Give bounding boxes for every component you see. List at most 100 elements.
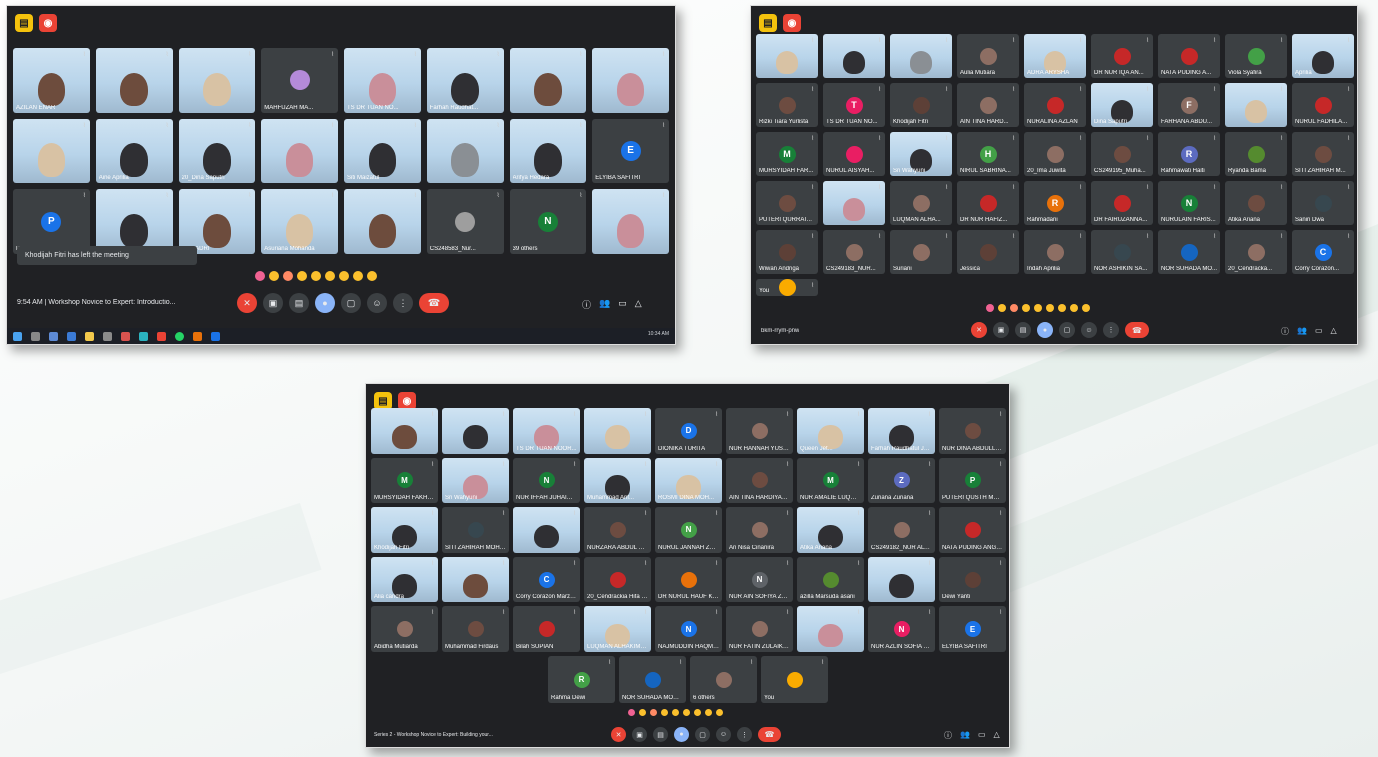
participant-tile[interactable]: ⌇ xyxy=(509,48,587,113)
surprised-icon[interactable] xyxy=(1046,304,1054,312)
raise-hand-icon[interactable]: ● xyxy=(315,293,335,313)
start-icon[interactable] xyxy=(13,331,22,341)
participant-tile[interactable]: ⌇ CS249182_NUR ALY... xyxy=(868,507,935,553)
activities-icon[interactable]: △ xyxy=(635,298,642,311)
participant-tile[interactable]: ⌇ Siti Maizatul xyxy=(344,118,421,184)
participant-tile[interactable]: ⌇ TS DR TUAN NOOR... xyxy=(513,408,580,454)
participant-tile[interactable]: ⌇ xyxy=(178,48,256,113)
people-icon[interactable]: 👥 xyxy=(599,298,610,311)
participant-tile[interactable]: ⌇ Atika Ariana xyxy=(797,507,864,553)
chrome-icon[interactable] xyxy=(157,331,166,341)
folder-icon[interactable] xyxy=(85,331,94,341)
participant-tile[interactable]: ⌇ Rizki Tiara Yurlista xyxy=(756,83,818,127)
captions-icon[interactable]: ▤ xyxy=(1015,322,1031,338)
surprised-icon[interactable] xyxy=(325,271,335,281)
party-icon[interactable] xyxy=(650,709,657,716)
heart-icon[interactable] xyxy=(255,271,265,281)
participant-tile[interactable]: ⌇ 20_Cendrackia Hifa S... xyxy=(584,556,651,603)
sad-icon[interactable] xyxy=(339,271,349,281)
participant-tile[interactable]: ⌇ CS248583_Nur... xyxy=(426,189,504,254)
participant-tile[interactable]: ⌇ Dina Saputri xyxy=(1091,83,1153,127)
clap-icon[interactable] xyxy=(661,709,668,716)
participant-tile[interactable]: ⌇ Asuriana Mohanda xyxy=(261,189,338,254)
heart-icon[interactable] xyxy=(628,709,635,716)
thumbs-up-icon[interactable] xyxy=(998,304,1006,312)
emoji-icon[interactable]: ☺ xyxy=(716,727,731,742)
mic-off-icon[interactable]: ✕ xyxy=(237,293,257,313)
participant-tile[interactable]: ⌇ DR NURUL HAUF KHA... xyxy=(655,556,722,603)
thumbs-down-icon[interactable] xyxy=(367,271,377,281)
participant-tile[interactable]: M ⌇ MURSYIDAH FAKHAR... xyxy=(371,457,438,504)
participant-tile[interactable]: ⌇ NUR DINA ABDULLAH xyxy=(939,408,1006,454)
participant-tile[interactable]: ⌇ NURUL AISYAH... xyxy=(823,132,885,176)
participant-tile[interactable]: ⌇ Farhah Raudhat... xyxy=(426,48,504,113)
meeting-details-icon[interactable]: ▤ xyxy=(759,14,777,32)
participant-tile[interactable]: ⌇ 20_Dina Saputri xyxy=(178,118,256,184)
participant-tile[interactable]: R ⌇ Rahmadani xyxy=(1024,181,1086,225)
participant-tile[interactable]: ⌇ xyxy=(371,408,438,454)
recording-icon[interactable]: ◉ xyxy=(783,14,801,32)
participant-tile[interactable]: ⌇ xyxy=(592,189,669,254)
thumbs-up-icon[interactable] xyxy=(269,271,279,281)
participant-tile[interactable]: ⌇ DR NUR IQA AN... xyxy=(1091,34,1153,78)
participant-tile[interactable]: ⌇ Dewi Yanti xyxy=(939,556,1006,603)
participant-tile[interactable]: ⌇...A FADRI xyxy=(178,189,256,254)
participant-tile[interactable]: ⌇ Bilah SUPIAN xyxy=(513,606,580,652)
chat-icon[interactable]: ▭ xyxy=(1315,326,1323,337)
laugh-icon[interactable] xyxy=(672,709,679,716)
participant-tile[interactable]: ⌇ Ryanda Bama xyxy=(1225,132,1287,176)
info-icon[interactable]: ⓘ xyxy=(1281,326,1289,337)
raise-hand-icon[interactable]: ● xyxy=(1037,322,1053,338)
participant-tile[interactable]: ⌇ xyxy=(13,118,90,184)
people-icon[interactable]: 👥 xyxy=(960,730,970,741)
participant-tile[interactable]: ⌇ xyxy=(797,606,864,652)
participant-tile[interactable]: ⌇ Jessica xyxy=(957,230,1019,274)
app-icon[interactable] xyxy=(193,331,202,341)
present-icon[interactable]: ▢ xyxy=(1059,322,1075,338)
captions-icon[interactable]: ▤ xyxy=(289,293,309,313)
more-options-icon[interactable]: ⋮ xyxy=(1103,322,1119,338)
activities-icon[interactable]: △ xyxy=(1331,326,1337,337)
participant-tile[interactable]: ⌇ NUR FATIN ZULAIKHA... xyxy=(726,606,793,652)
participant-tile[interactable]: ⌇ DR FAIRUZANNA... xyxy=(1091,181,1153,225)
participant-tile[interactable]: ⌇ Suriani xyxy=(890,230,952,274)
participant-tile[interactable]: ⌇ Viola Syafira xyxy=(1225,34,1287,78)
camera-icon[interactable]: ▣ xyxy=(263,293,283,313)
participant-tile[interactable]: ⌇ Khodijah Fitri xyxy=(890,83,952,127)
participant-tile[interactable]: ⌇ 6 others xyxy=(690,656,757,703)
present-icon[interactable]: ▢ xyxy=(695,727,710,742)
thinking-icon[interactable] xyxy=(353,271,363,281)
sad-icon[interactable] xyxy=(694,709,701,716)
thumbs-down-icon[interactable] xyxy=(1082,304,1090,312)
participant-tile[interactable]: ⌇ Aine Aprilia xyxy=(95,118,173,184)
participant-tile[interactable]: N ⌇ 39 others xyxy=(509,189,587,254)
chat-icon[interactable]: ▭ xyxy=(978,730,986,741)
participant-tile[interactable]: ⌇ MAHFUZAH MA... xyxy=(261,48,338,113)
participant-tile[interactable]: ⌇ Muhammad Arif... xyxy=(584,457,651,504)
participant-tile[interactable]: M ⌇ NUR AMALIE LUQMA... xyxy=(797,457,864,504)
edge-icon[interactable] xyxy=(139,331,148,341)
laugh-icon[interactable] xyxy=(311,271,321,281)
sad-icon[interactable] xyxy=(1058,304,1066,312)
participant-tile[interactable]: N ⌇ NUR AZLIN SOFIA R... xyxy=(868,606,935,652)
participant-tile[interactable]: ⌇ xyxy=(823,34,885,78)
thumbs-up-icon[interactable] xyxy=(639,709,646,716)
camera-icon[interactable]: ▣ xyxy=(632,727,647,742)
participant-tile[interactable]: ⌇ NURALINA AZLAN xyxy=(1024,83,1086,127)
recording-icon[interactable]: ◉ xyxy=(39,14,57,32)
participant-tile[interactable]: ⌇ PUTERI QURRAT... xyxy=(756,181,818,225)
participant-tile[interactable]: ⌇ Alia candra xyxy=(371,556,438,603)
participant-tile[interactable]: N ⌇ NAJMUDDIN HAQMI... xyxy=(655,606,722,652)
camera-icon[interactable]: ▣ xyxy=(993,322,1009,338)
present-icon[interactable]: ▢ xyxy=(341,293,361,313)
meeting-details-icon[interactable]: ▤ xyxy=(15,14,33,32)
participant-tile[interactable]: ⌇ Khodijah Fitri xyxy=(371,507,438,553)
participant-tile[interactable]: ⌇ Sri Wahyuni xyxy=(442,457,509,504)
surprised-icon[interactable] xyxy=(683,709,690,716)
participant-tile[interactable]: ⌇ xyxy=(592,48,669,113)
participant-tile[interactable]: ⌇ Saniri Dwa xyxy=(1292,181,1354,225)
participant-tile[interactable]: E ⌇ ELYIBA SAFITRI xyxy=(939,606,1006,652)
participant-tile[interactable]: E ⌇ ELYIBA SAFITRI xyxy=(592,118,669,184)
participant-tile[interactable]: ⌇ xyxy=(823,181,885,225)
participant-tile[interactable]: ⌇ LUQMAN ALHA... xyxy=(890,181,952,225)
